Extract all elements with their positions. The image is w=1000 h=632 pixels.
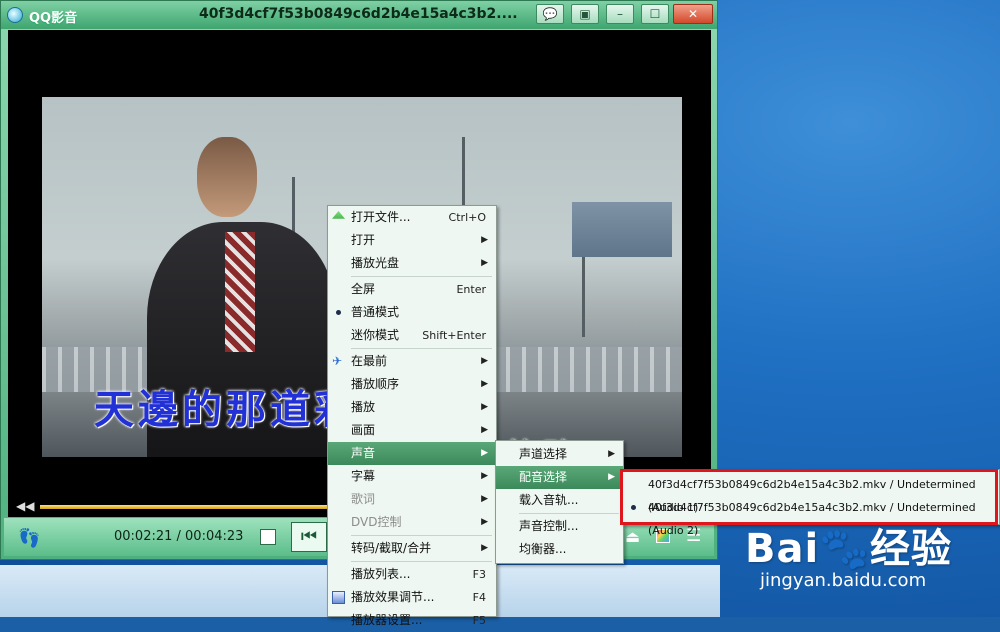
- menu-item-channel-select[interactable]: 声道选择 ▶: [496, 443, 623, 466]
- selected-dot-icon: [336, 310, 341, 315]
- eject-icon: [332, 211, 345, 219]
- menu-item-equalizer[interactable]: 均衡器...: [496, 538, 623, 561]
- menu-item-lyrics[interactable]: 歌词 ▶: [328, 488, 496, 511]
- menu-separator: [351, 276, 492, 277]
- app-name: QQ影音: [29, 11, 78, 26]
- lyric-subtitle: 天邊的那道彩: [94, 387, 358, 433]
- menu-item-dvd-control[interactable]: DVD控制 ▶: [328, 511, 496, 534]
- menu-item-play[interactable]: 播放 ▶: [328, 396, 496, 419]
- previous-button[interactable]: ⏮: [291, 522, 327, 552]
- menu-item-effect-settings[interactable]: 播放效果调节... F4: [328, 586, 496, 609]
- close-button[interactable]: ✕: [673, 4, 713, 24]
- menu-item-sound-control[interactable]: 声音控制...: [496, 515, 623, 538]
- menu-item-open-file[interactable]: 打开文件... Ctrl+O: [328, 206, 496, 229]
- stop-button[interactable]: [260, 529, 276, 545]
- menu-separator: [351, 348, 492, 349]
- app-logo-icon: [7, 7, 23, 23]
- singer-shirt: [225, 232, 255, 352]
- settings-panel-icon: [332, 591, 345, 604]
- rewind-icon[interactable]: ◀◀: [16, 499, 34, 513]
- sound-submenu: 声道选择 ▶ 配音选择 ▶ 载入音轨... 声音控制... 均衡器...: [495, 440, 624, 564]
- minimize-button[interactable]: –: [606, 4, 634, 24]
- menu-separator: [351, 535, 492, 536]
- menu-item-mini-mode[interactable]: 迷你模式 Shift+Enter: [328, 324, 496, 347]
- menu-item-fullscreen[interactable]: 全屏 Enter: [328, 278, 496, 301]
- menu-separator: [519, 513, 619, 514]
- title-bar[interactable]: QQ影音 40f3d4cf7f53b0849c6d2b4e15a4c3b2...…: [1, 1, 717, 29]
- singer-head: [197, 137, 257, 217]
- maximize-button[interactable]: ☐: [641, 4, 669, 24]
- menu-item-subtitle[interactable]: 字幕 ▶: [328, 465, 496, 488]
- chat-bubble-button[interactable]: 💬: [536, 4, 564, 24]
- context-menu: 打开文件... Ctrl+O 打开 ▶ 播放光盘 ▶ 全屏 Enter 普通模式 迷你模…: [327, 205, 497, 627]
- menu-item-transcode[interactable]: 转码/截取/合并 ▶: [328, 537, 496, 560]
- time-display: 00:02:21 / 00:04:23: [114, 529, 244, 544]
- menu-item-play-disc[interactable]: 播放光盘 ▶: [328, 252, 496, 275]
- menu-item-player-settings[interactable]: 播放器设置... F5: [328, 609, 496, 632]
- billboard: [572, 202, 672, 257]
- menu-button[interactable]: ▣: [571, 4, 599, 24]
- street-lamp: [582, 247, 585, 337]
- menu-item-audio-track-select[interactable]: 配音选择 ▶: [496, 466, 623, 489]
- pin-icon: ✈: [332, 354, 343, 368]
- window-title: 40f3d4cf7f53b0849c6d2b4e15a4c3b2....: [199, 6, 518, 22]
- menu-item-normal-mode[interactable]: 普通模式: [328, 301, 496, 324]
- progress-fill: [40, 505, 370, 509]
- menu-item-load-audio-track[interactable]: 载入音轨...: [496, 489, 623, 512]
- menu-item-playlist[interactable]: 播放列表... F3: [328, 563, 496, 586]
- baidu-jingyan-logo: Bai🐾经验: [745, 526, 952, 572]
- menu-item-picture[interactable]: 画面 ▶: [328, 419, 496, 442]
- menu-separator: [351, 561, 492, 562]
- menu-item-play-order[interactable]: 播放顺序 ▶: [328, 373, 496, 396]
- menu-item-open[interactable]: 打开 ▶: [328, 229, 496, 252]
- menu-item-sound[interactable]: 声音 ▶: [328, 442, 496, 465]
- eject-icon[interactable]: ⏏: [625, 527, 640, 546]
- watermark-url: jingyan.baidu.com: [760, 570, 927, 591]
- footprint-icon[interactable]: 👣: [18, 528, 40, 549]
- menu-item-always-on-top[interactable]: ✈ 在最前 ▶: [328, 350, 496, 373]
